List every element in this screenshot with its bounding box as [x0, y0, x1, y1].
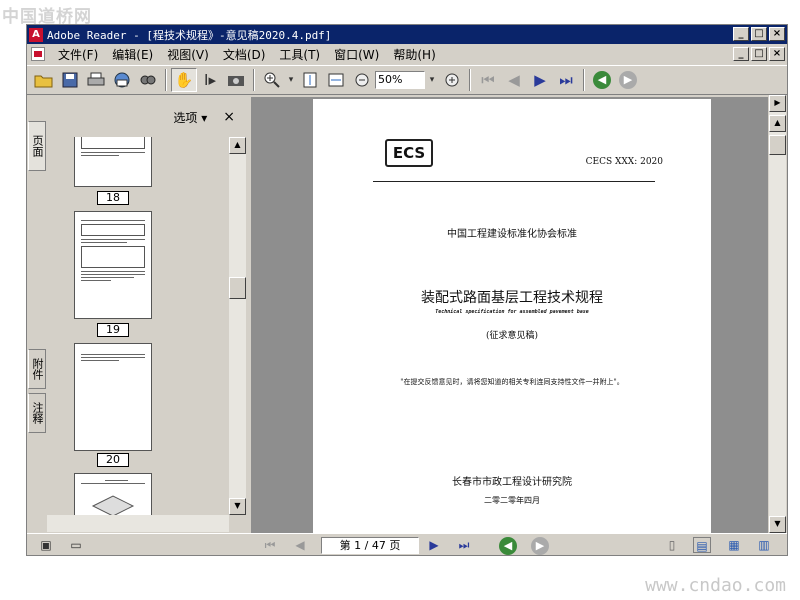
menu-view[interactable]: 视图(V)	[160, 46, 216, 63]
search-icon[interactable]	[135, 68, 161, 92]
scroll-thumb[interactable]	[769, 135, 786, 155]
draft-label: (征求意见稿)	[485, 331, 539, 341]
options-menu[interactable]: 选项 ▾	[173, 109, 207, 126]
scroll-up-arrow-icon[interactable]: ▲	[769, 115, 786, 132]
standard-code: CECS XXX: 2020	[585, 157, 663, 167]
save-icon[interactable]	[57, 68, 83, 92]
scroll-down-arrow-icon[interactable]: ▼	[769, 516, 786, 533]
adobe-reader-icon: A	[29, 27, 43, 42]
go-forward-icon[interactable]: ▶	[531, 537, 549, 555]
single-page-icon[interactable]: ▯	[663, 537, 681, 553]
prev-page-icon[interactable]: ◀	[291, 537, 309, 553]
scroll-up-arrow-icon[interactable]: ▲	[229, 137, 246, 154]
thumbnail-scrollbar[interactable]: ▲ ▼	[229, 137, 246, 515]
zoom-dropdown-icon[interactable]: ▾	[425, 68, 439, 92]
scroll-right-arrow-icon[interactable]: ▶	[769, 95, 786, 112]
thumbnail-label: 20	[97, 453, 129, 467]
tab-attachments[interactable]: 附件	[28, 349, 46, 389]
document-title-en: Technical specification for assembled pa…	[435, 309, 589, 315]
menu-file[interactable]: 文件(F)	[51, 46, 105, 63]
thumbnail-label: 19	[97, 323, 129, 337]
fit-width-icon[interactable]	[323, 68, 349, 92]
toolbar-separator	[469, 69, 471, 91]
institute-name: 长春市市政工程设计研究院	[452, 477, 572, 488]
go-forward-icon[interactable]: ▶	[619, 71, 637, 89]
menu-tools[interactable]: 工具(T)	[272, 46, 327, 63]
open-icon[interactable]	[31, 68, 57, 92]
prev-page-icon[interactable]: ◀	[501, 68, 527, 92]
side-tabs: 页面 附件 注释	[27, 97, 47, 533]
title-bar: A Adobe Reader - [程技术规程》-意见稿2020.4.pdf] …	[27, 25, 787, 44]
toolbar-separator	[165, 69, 167, 91]
minimize-button[interactable]: _	[733, 27, 749, 41]
doc-close-button[interactable]: ×	[769, 47, 785, 61]
watermark-bottom-right: www.cndao.com	[645, 575, 786, 596]
menu-bar: 文件(F) 编辑(E) 视图(V) 文档(D) 工具(T) 窗口(W) 帮助(H…	[27, 44, 787, 64]
go-back-icon[interactable]: ◀	[593, 71, 611, 89]
snapshot-icon[interactable]	[223, 68, 249, 92]
hand-tool-icon[interactable]: ✋	[171, 68, 197, 92]
scroll-down-arrow-icon[interactable]: ▼	[229, 498, 246, 515]
tab-pages[interactable]: 页面	[28, 121, 46, 171]
document-scrollbar[interactable]: ▶ ▲ ▼	[769, 95, 786, 533]
next-page-icon[interactable]: ▶	[425, 537, 443, 553]
document-view: ECS CECS XXX: 2020 中国工程建设标准化协会标准 装配式路面基层…	[251, 97, 768, 533]
facing-icon[interactable]: ▥	[755, 537, 773, 553]
status-bar: ▣ ▭ ⏮ ◀ 第 1 / 47 页 ▶ ⏭ ◀ ▶ ▯ ▤ ▦ ▥	[27, 533, 787, 555]
maximize-button[interactable]: □	[751, 27, 767, 41]
continuous-facing-icon[interactable]: ▦	[725, 537, 743, 553]
doc-restore-button[interactable]: □	[751, 47, 767, 61]
zoom-tool-dropdown-icon[interactable]: ▾	[285, 68, 297, 92]
menu-edit[interactable]: 编辑(E)	[105, 46, 160, 63]
pdf-page: ECS CECS XXX: 2020 中国工程建设标准化协会标准 装配式路面基层…	[313, 99, 711, 533]
zoom-out-icon[interactable]	[349, 68, 375, 92]
menu-window[interactable]: 窗口(W)	[327, 46, 386, 63]
doc-minimize-button[interactable]: _	[733, 47, 749, 61]
page-thumbnail[interactable]	[74, 343, 152, 451]
pages-panel: 选项 ▾ × 18 19 20 ▲ ▼	[47, 97, 247, 533]
select-text-icon[interactable]: I▸	[197, 68, 223, 92]
menu-help[interactable]: 帮助(H)	[386, 46, 442, 63]
thumbnail-list: 18 19 20 21	[47, 137, 229, 515]
first-page-icon[interactable]: ⏮	[475, 68, 501, 92]
print-icon[interactable]	[83, 68, 109, 92]
go-back-icon[interactable]: ◀	[499, 537, 517, 555]
page-thumbnail[interactable]	[74, 211, 152, 319]
zoom-in-tool-icon[interactable]	[259, 68, 285, 92]
last-page-icon[interactable]: ⏭	[455, 537, 473, 553]
next-page-icon[interactable]: ▶	[527, 68, 553, 92]
association-name: 中国工程建设标准化协会标准	[447, 229, 577, 240]
continuous-icon[interactable]: ▤	[693, 537, 711, 553]
toolbar-separator	[253, 69, 255, 91]
last-page-icon[interactable]: ⏭	[553, 68, 579, 92]
close-button[interactable]: ×	[769, 27, 785, 41]
fit-page-icon[interactable]	[297, 68, 323, 92]
thumbnail-label: 18	[97, 191, 129, 205]
page-layout-icon[interactable]: ▭	[67, 537, 85, 553]
patent-notice: "在提交反馈意见时，请将您知道的相关专利连同支持性文件一并附上"。	[400, 378, 624, 386]
zoom-in-icon[interactable]	[439, 68, 465, 92]
menu-document[interactable]: 文档(D)	[216, 46, 273, 63]
close-panel-button[interactable]: ×	[223, 109, 235, 125]
thumbnail-hscroll[interactable]	[47, 515, 229, 532]
page-number-field[interactable]: 第 1 / 47 页	[321, 537, 419, 554]
header-rule	[373, 181, 655, 182]
pdf-document-icon[interactable]	[31, 47, 45, 61]
reader-window: A Adobe Reader - [程技术规程》-意见稿2020.4.pdf] …	[26, 24, 788, 556]
email-icon[interactable]	[109, 68, 135, 92]
toolbar: ✋ I▸ ▾ 50% ▾ ⏮ ◀ ▶ ⏭ ◀ ▶	[27, 65, 787, 95]
monitor-icon[interactable]: ▣	[37, 537, 55, 553]
window-title: Adobe Reader - [程技术规程》-意见稿2020.4.pdf]	[47, 28, 332, 42]
scroll-thumb[interactable]	[229, 277, 246, 299]
page-thumbnail[interactable]	[74, 473, 152, 515]
zoom-input[interactable]: 50%	[375, 71, 425, 89]
publish-date: 二零二零年四月	[484, 496, 540, 505]
ecs-logo: ECS	[385, 139, 433, 167]
toolbar-separator	[583, 69, 585, 91]
document-title-cn: 装配式路面基层工程技术规程	[421, 290, 603, 306]
tab-comments[interactable]: 注释	[28, 393, 46, 433]
page-thumbnail[interactable]	[74, 137, 152, 187]
first-page-icon[interactable]: ⏮	[261, 537, 279, 553]
